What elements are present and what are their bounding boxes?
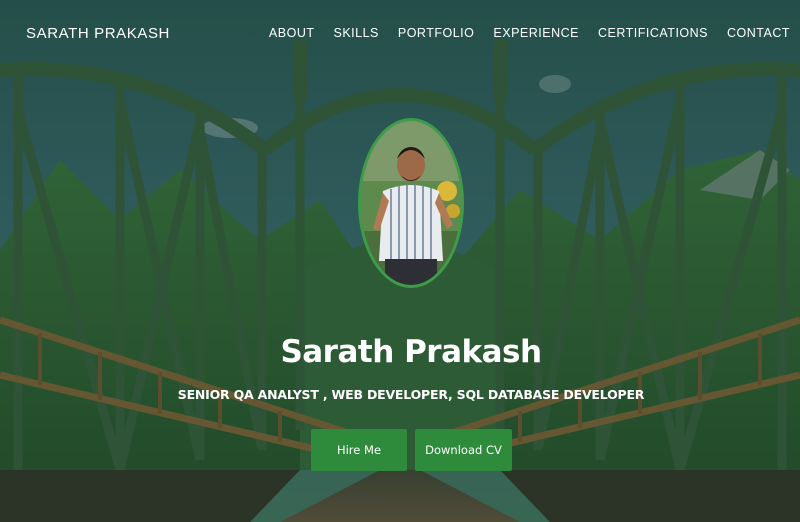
person-portrait-image [361, 121, 461, 285]
profile-photo [358, 118, 464, 288]
brand-logo-link[interactable]: SARATH PRAKASH [26, 25, 170, 42]
nav-menu: ABOUT SKILLS PORTFOLIO EXPERIENCE CERTIF… [269, 26, 790, 40]
nav-link-certifications[interactable]: CERTIFICATIONS [598, 26, 708, 40]
hero-actions: Hire Me Download CV [311, 429, 512, 471]
nav-link-contact[interactable]: CONTACT [727, 26, 790, 40]
nav-link-skills[interactable]: SKILLS [333, 26, 378, 40]
top-navbar: SARATH PRAKASH ABOUT SKILLS PORTFOLIO EX… [0, 0, 800, 66]
hero-section: SARATH PRAKASH ABOUT SKILLS PORTFOLIO EX… [0, 0, 800, 522]
hero-name-heading: Sarath Prakash [280, 334, 542, 370]
nav-link-portfolio[interactable]: PORTFOLIO [398, 26, 475, 40]
nav-link-experience[interactable]: EXPERIENCE [493, 26, 579, 40]
hero-tagline: SENIOR QA ANALYST , WEB DEVELOPER, SQL D… [177, 387, 645, 402]
download-cv-button[interactable]: Download CV [415, 429, 512, 471]
nav-link-about[interactable]: ABOUT [269, 26, 315, 40]
hire-me-button[interactable]: Hire Me [311, 429, 407, 471]
